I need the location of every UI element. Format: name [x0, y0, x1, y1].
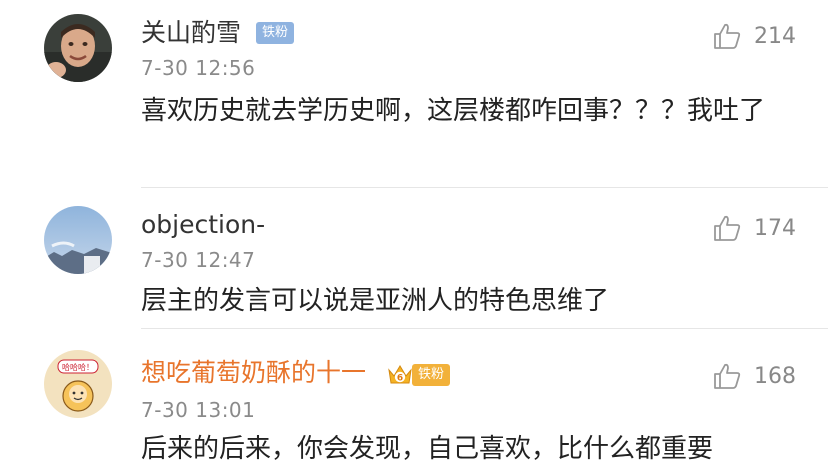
username[interactable]: 想吃葡萄奶酥的十一 [141, 358, 366, 388]
fan-badge: 铁粉 [256, 22, 295, 44]
timestamp: 7-30 13:01 [141, 398, 256, 422]
username[interactable]: objection- [141, 210, 265, 240]
thumbs-up-icon [712, 361, 742, 391]
like-button[interactable]: 168 [712, 358, 796, 394]
like-button[interactable]: 174 [712, 210, 796, 246]
like-count: 168 [754, 363, 796, 389]
thumbs-up-icon [712, 21, 742, 51]
comment-item: objection- 7-30 12:47 层主的发言可以说是亚洲人的特色思维了… [0, 188, 828, 329]
timestamp: 7-30 12:47 [141, 248, 256, 272]
thumbs-up-icon [712, 213, 742, 243]
fan-badge: 铁粉 [412, 364, 451, 386]
username[interactable]: 关山酌雪 [141, 18, 241, 48]
like-button[interactable]: 214 [712, 18, 796, 54]
like-count: 214 [754, 23, 796, 49]
avatar[interactable]: 哈哈哈！ [44, 350, 112, 418]
avatar-caption: 哈哈哈！ [62, 362, 94, 372]
like-count: 174 [754, 215, 796, 241]
comment-text: 后来的后来，你会发现，自己喜欢，比什么都重要 [141, 434, 714, 464]
avatar[interactable] [44, 14, 112, 82]
comment-item: 哈哈哈！ 想吃葡萄奶酥的十一 6 铁粉 7-30 13:01 后来的后来，你会发… [0, 328, 828, 476]
comment-item: 关山酌雪 铁粉 7-30 12:56 喜欢历史就去学历史啊，这层楼都咋回事？？？… [0, 0, 828, 188]
vip-crown-icon: 6 [386, 361, 414, 389]
comment-text: 喜欢历史就去学历史啊，这层楼都咋回事？？？我吐了 [141, 96, 766, 126]
comment-text: 层主的发言可以说是亚洲人的特色思维了 [141, 286, 610, 316]
timestamp: 7-30 12:56 [141, 56, 256, 80]
avatar[interactable] [44, 206, 112, 274]
level-number: 6 [397, 374, 403, 384]
